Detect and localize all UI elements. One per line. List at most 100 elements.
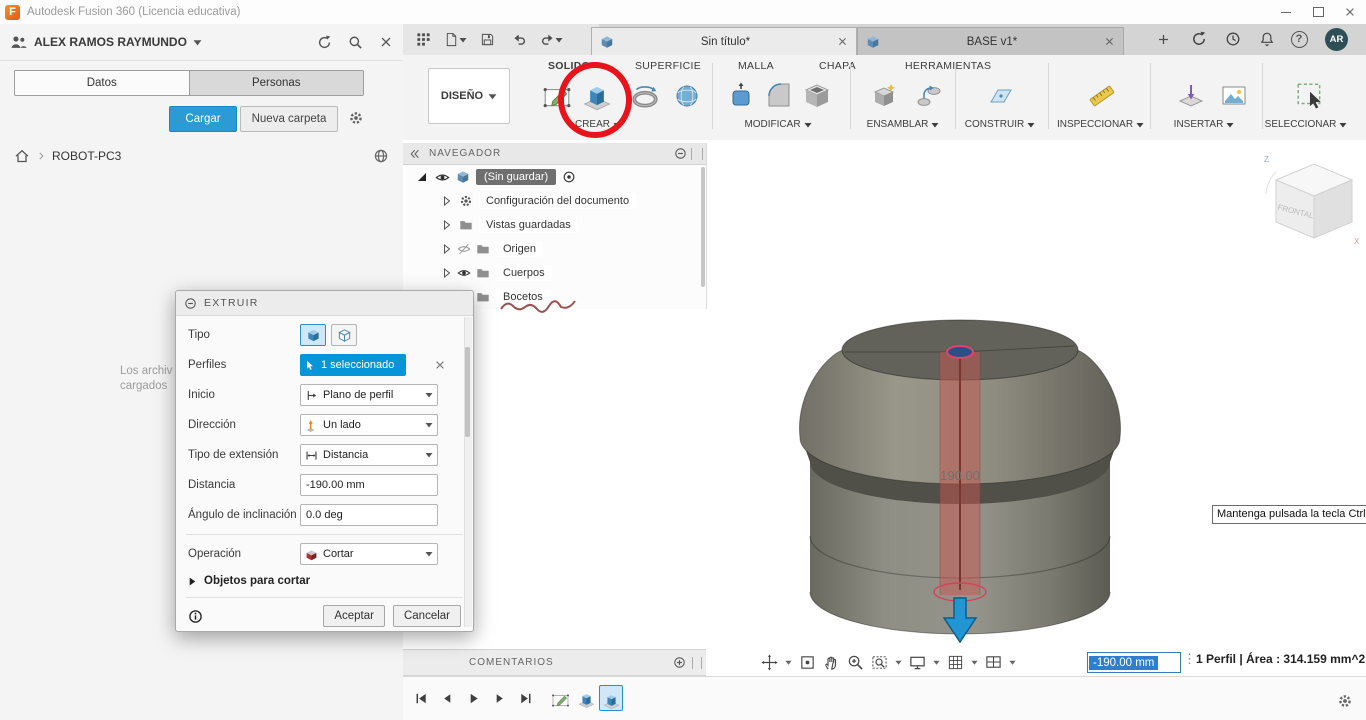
maximize-button[interactable] (1302, 0, 1334, 24)
caret-down-icon[interactable] (933, 659, 940, 666)
selected-profile[interactable] (946, 345, 974, 359)
info-icon[interactable] (188, 609, 203, 624)
canvas-button[interactable] (1215, 77, 1253, 115)
joint-button[interactable] (910, 77, 948, 115)
caret-down-icon[interactable] (971, 659, 978, 666)
visibility-eye-icon[interactable] (457, 266, 471, 280)
browser-item-bodies[interactable]: Cuerpos (403, 261, 706, 285)
cancel-button[interactable]: Cancelar (392, 605, 461, 627)
document-tab-inactive[interactable]: BASE v1* (857, 27, 1124, 55)
measure-button[interactable] (1083, 77, 1121, 115)
press-pull-button[interactable] (722, 77, 760, 115)
extrude-button[interactable] (578, 77, 616, 115)
start-dropdown[interactable]: Plano de perfil (300, 384, 438, 406)
expanded-arrow-icon[interactable] (417, 172, 427, 182)
drag-handle-icon[interactable]: ⋮ (1183, 651, 1196, 667)
timeline-skip-end-button[interactable] (513, 686, 537, 710)
close-button[interactable] (1334, 0, 1366, 24)
document-tab-active[interactable]: Sin título* (591, 27, 857, 55)
new-component-button[interactable] (865, 77, 903, 115)
undo-button[interactable] (507, 28, 531, 52)
job-status-icon[interactable] (1187, 27, 1211, 51)
expand-arrow-icon[interactable] (443, 220, 451, 230)
insert-button[interactable] (1172, 77, 1210, 115)
close-panel-icon[interactable] (379, 35, 393, 49)
breadcrumb-project[interactable]: ROBOT-PC3 (52, 149, 121, 163)
ribbon-tab-solid[interactable]: SOLIDO (548, 60, 590, 72)
viewport[interactable]: 190.00 FRONTAL Z X Mantenga pulsada la t… (403, 140, 1366, 676)
collapse-left-icon[interactable] (409, 148, 421, 160)
extent-type-dropdown[interactable]: Distancia (300, 444, 438, 466)
pan-button[interactable] (823, 654, 840, 671)
panel-grip[interactable] (691, 147, 703, 160)
group-select[interactable]: SELECCIONAR (1241, 119, 1366, 130)
new-folder-button[interactable]: Nueva carpeta (240, 106, 338, 132)
browser-item-origin[interactable]: Origen (403, 237, 706, 261)
browser-item-doc-settings[interactable]: Configuración del documento (403, 189, 706, 213)
account-avatar[interactable]: AR (1325, 28, 1348, 51)
clear-selection-icon[interactable] (434, 359, 446, 371)
comments-panel[interactable]: COMENTARIOS (403, 649, 706, 676)
minimize-button[interactable] (1270, 0, 1302, 24)
browser-scrollbar[interactable] (701, 167, 705, 287)
hub-name[interactable]: ALEX RAMOS RAYMUNDO (34, 35, 187, 49)
tab-datos[interactable]: Datos (15, 71, 189, 95)
create-form-button[interactable] (668, 77, 706, 115)
refresh-icon[interactable] (317, 35, 332, 50)
viewports-button[interactable] (985, 654, 1002, 671)
look-at-button[interactable] (799, 654, 816, 671)
browser-header[interactable]: NAVEGADOR (403, 143, 706, 165)
design-workspace-menu[interactable]: DISEÑO (428, 68, 510, 124)
settings-gear-icon[interactable] (348, 110, 364, 126)
ok-button[interactable]: Aceptar (323, 605, 385, 627)
shell-button[interactable] (798, 77, 836, 115)
visibility-eye-icon[interactable] (435, 170, 450, 185)
file-menu-button[interactable] (443, 28, 467, 52)
search-icon[interactable] (348, 35, 363, 50)
caret-down-icon[interactable] (1009, 659, 1016, 666)
ribbon-tab-surface[interactable]: SUPERFICIE (635, 60, 701, 72)
objects-to-cut-section[interactable]: Objetos para cortar (176, 569, 473, 593)
close-tab-icon[interactable] (837, 36, 848, 47)
type-solid-button[interactable] (300, 324, 326, 346)
panel-grip[interactable] (692, 656, 702, 669)
clock-icon[interactable] (1221, 27, 1245, 51)
zoom-button[interactable] (847, 654, 864, 671)
viewcube[interactable]: FRONTAL Z X (1258, 150, 1363, 248)
group-create[interactable]: CREAR (553, 119, 643, 130)
construct-plane-button[interactable] (982, 77, 1020, 115)
type-thin-button[interactable] (331, 324, 357, 346)
direction-dropdown[interactable]: Un lado (300, 414, 438, 436)
collapse-dialog-icon[interactable] (184, 297, 197, 310)
select-button[interactable] (1291, 77, 1329, 115)
browser-root-row[interactable]: (Sin guardar) (403, 165, 706, 189)
revolve-button[interactable] (626, 77, 664, 115)
zoom-window-button[interactable] (871, 654, 888, 671)
distance-value-input[interactable]: -190.00 mm (1087, 652, 1181, 673)
root-document-label[interactable]: (Sin guardar) (476, 169, 557, 185)
notifications-bell-icon[interactable] (1255, 27, 1279, 51)
new-tab-button[interactable] (1151, 27, 1175, 51)
collapse-panel-icon[interactable] (674, 147, 687, 160)
timeline-sketch-feature[interactable] (549, 685, 571, 709)
upload-button[interactable]: Cargar (169, 106, 237, 132)
close-tab-icon[interactable] (1104, 36, 1115, 47)
distance-input[interactable] (300, 474, 438, 496)
profiles-selection-button[interactable]: 1 seleccionado (300, 354, 406, 376)
timeline-play-button[interactable] (461, 686, 485, 710)
taper-angle-input[interactable] (300, 504, 438, 526)
caret-down-icon[interactable] (895, 659, 902, 666)
timeline-step-back-button[interactable] (435, 686, 459, 710)
expand-arrow-icon[interactable] (443, 268, 451, 278)
app-grid-menu-button[interactable] (411, 28, 435, 52)
display-settings-button[interactable] (909, 654, 926, 671)
activate-target-icon[interactable] (562, 170, 576, 184)
timeline-skip-start-button[interactable] (409, 686, 433, 710)
ribbon-tab-tools[interactable]: HERRAMIENTAS (905, 60, 991, 72)
grid-settings-button[interactable] (947, 654, 964, 671)
caret-down-icon[interactable] (785, 659, 792, 666)
create-sketch-button[interactable] (538, 77, 576, 115)
redo-button[interactable] (539, 28, 563, 52)
fillet-button[interactable] (760, 77, 798, 115)
timeline-extrude-feature-active[interactable] (599, 685, 623, 711)
